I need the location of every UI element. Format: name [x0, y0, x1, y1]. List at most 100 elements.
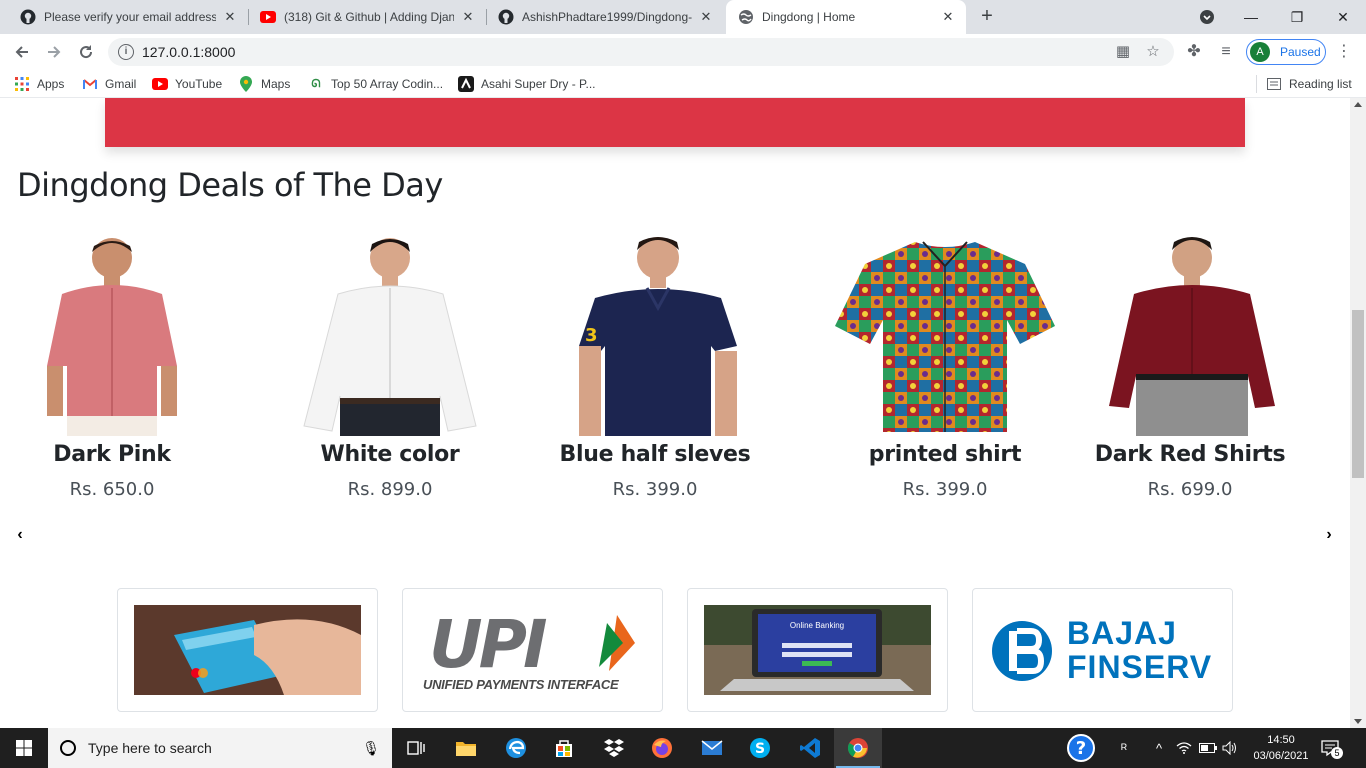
taskbar-chrome[interactable]	[834, 728, 882, 768]
taskbar-store[interactable]	[540, 728, 588, 768]
start-button[interactable]	[0, 728, 48, 768]
new-tab-button[interactable]: +	[976, 6, 998, 28]
scrollbar-thumb[interactable]	[1352, 310, 1364, 478]
product-card[interactable]: 3 Blue half sleves Rs. 399.0	[555, 236, 755, 500]
mail-icon	[701, 740, 723, 755]
close-icon[interactable]: ✕	[460, 9, 476, 25]
bookmarks-bar: Apps Gmail YouTube Maps ᘏ Top 50 Array C…	[0, 70, 1366, 98]
svg-text:3: 3	[585, 325, 598, 346]
page-scrollbar[interactable]	[1350, 98, 1366, 728]
microphone-icon[interactable]: 🎙	[362, 740, 380, 757]
svg-text:?: ?	[1076, 738, 1086, 759]
online-banking-image: Online Banking	[704, 605, 931, 695]
bookmark-gmail[interactable]: Gmail	[82, 76, 136, 92]
product-image[interactable]: 3	[555, 236, 755, 436]
scroll-up-arrow-icon[interactable]	[1354, 102, 1362, 107]
battery-icon[interactable]	[1198, 728, 1218, 768]
bookmark-star-icon[interactable]: ☆	[1144, 43, 1162, 61]
wifi-icon[interactable]	[1174, 728, 1194, 768]
qr-code-icon[interactable]: ▦	[1114, 43, 1132, 61]
profile-button[interactable]: A Paused	[1246, 39, 1326, 65]
bookmark-maps[interactable]: Maps	[238, 76, 290, 92]
product-name[interactable]: printed shirt	[835, 442, 1055, 467]
folder-icon	[456, 742, 476, 756]
product-name[interactable]: White color	[290, 442, 490, 467]
carousel-prev-button[interactable]: ‹	[12, 526, 28, 546]
browser-toolbar: i 127.0.0.1:8000 ▦ ☆ ✤ ≡ A Paused ⋮	[0, 34, 1366, 70]
payment-card-upi[interactable]: UPI UNIFIED PAYMENTS INTERFACE	[402, 588, 663, 712]
github-icon	[498, 9, 514, 25]
more-menu-icon[interactable]: ⋮	[1336, 42, 1352, 62]
minimize-button[interactable]: —	[1228, 0, 1274, 34]
reload-icon	[80, 45, 93, 59]
taskbar-search[interactable]: Type here to search 🎙	[48, 728, 392, 768]
scroll-down-arrow-icon[interactable]	[1354, 719, 1362, 724]
product-card[interactable]: printed shirt Rs. 399.0	[835, 236, 1055, 500]
close-window-button[interactable]: ✕	[1320, 0, 1366, 34]
payment-card-bajaj[interactable]: BAJAJ FINSERV	[972, 588, 1233, 712]
bookmark-label: Top 50 Array Codin...	[331, 77, 444, 91]
restore-button[interactable]: ❐	[1274, 0, 1320, 34]
media-queue-icon[interactable]: ≡	[1216, 42, 1236, 62]
close-icon[interactable]: ✕	[222, 9, 238, 25]
taskbar-file-explorer[interactable]	[442, 728, 490, 768]
arrow-right-icon	[48, 46, 61, 58]
extensions-puzzle-icon[interactable]: ✤	[1184, 42, 1204, 62]
product-name[interactable]: Blue half sleves	[555, 442, 755, 467]
svg-text:UPI: UPI	[429, 606, 547, 683]
taskbar-vscode[interactable]	[786, 728, 834, 768]
payment-card-netbanking[interactable]: Online Banking	[687, 588, 948, 712]
product-name[interactable]: Dark Red Shirts	[1090, 442, 1290, 467]
product-card[interactable]: Dark Pink Rs. 650.0	[12, 236, 212, 500]
info-icon[interactable]: i	[118, 44, 134, 60]
tab-verify-email[interactable]: Please verify your email address ✕	[8, 0, 248, 34]
back-button[interactable]	[10, 40, 34, 64]
product-image[interactable]	[835, 236, 1055, 436]
product-image[interactable]	[1090, 236, 1290, 436]
carousel-next-button[interactable]: ›	[1321, 526, 1337, 546]
taskbar-dropbox[interactable]	[590, 728, 638, 768]
product-image[interactable]	[12, 236, 212, 436]
tab-dingdong-home[interactable]: Dingdong | Home ✕	[726, 0, 966, 34]
taskbar-mail[interactable]	[688, 728, 736, 768]
close-icon[interactable]: ✕	[698, 9, 714, 25]
taskbar-skype[interactable]: S	[736, 728, 784, 768]
address-bar[interactable]: i 127.0.0.1:8000 ▦ ☆	[108, 38, 1174, 66]
bookmark-youtube[interactable]: YouTube	[152, 76, 222, 92]
reading-list-button[interactable]: Reading list	[1266, 76, 1352, 92]
product-price: Rs. 399.0	[612, 479, 698, 500]
volume-icon[interactable]	[1220, 728, 1240, 768]
bookmark-array-coding[interactable]: ᘏ Top 50 Array Codin...	[308, 76, 443, 92]
page-viewport: Dingdong Deals of The Day Dark Pink Rs. …	[0, 98, 1350, 728]
product-card[interactable]: White color Rs. 899.0	[290, 236, 490, 500]
reload-button[interactable]	[74, 40, 98, 64]
payment-card-debit[interactable]	[117, 588, 378, 712]
tab-search-button[interactable]	[1184, 0, 1230, 34]
notification-count-badge: 5	[1331, 747, 1343, 759]
tab-github-repo[interactable]: AshishPhadtare1999/Dingdong- ✕	[486, 0, 724, 34]
tab-youtube[interactable]: (318) Git & Github | Adding Djan ✕	[248, 0, 486, 34]
product-name[interactable]: Dark Pink	[12, 442, 212, 467]
taskbar-firefox[interactable]	[638, 728, 686, 768]
youtube-icon	[260, 9, 276, 25]
task-view-button[interactable]	[392, 728, 440, 768]
taskbar-edge[interactable]	[492, 728, 540, 768]
close-icon[interactable]: ✕	[940, 9, 956, 25]
bookmark-asahi[interactable]: Asahi Super Dry - P...	[458, 76, 596, 92]
forward-button[interactable]	[42, 40, 66, 64]
bookmark-label: Asahi Super Dry - P...	[481, 77, 596, 91]
show-hidden-icons-chevron-icon[interactable]: ^	[1150, 728, 1168, 768]
system-clock[interactable]: 14:50 03/06/2021	[1250, 732, 1312, 764]
asahi-icon	[458, 76, 474, 92]
help-button[interactable]: ?	[1064, 728, 1098, 768]
github-icon	[20, 9, 36, 25]
bookmark-label: Apps	[37, 77, 65, 91]
bajaj-finserv-logo: BAJAJ FINSERV	[989, 605, 1216, 695]
bookmark-apps[interactable]: Apps	[14, 76, 64, 92]
product-image[interactable]	[290, 236, 490, 436]
red-banner	[105, 98, 1245, 147]
url-text[interactable]: 127.0.0.1:8000	[142, 44, 235, 60]
product-card[interactable]: Dark Red Shirts Rs. 699.0	[1090, 236, 1290, 500]
people-icon[interactable]: ᴿ	[1112, 728, 1136, 768]
action-center-button[interactable]: 5	[1320, 738, 1343, 759]
